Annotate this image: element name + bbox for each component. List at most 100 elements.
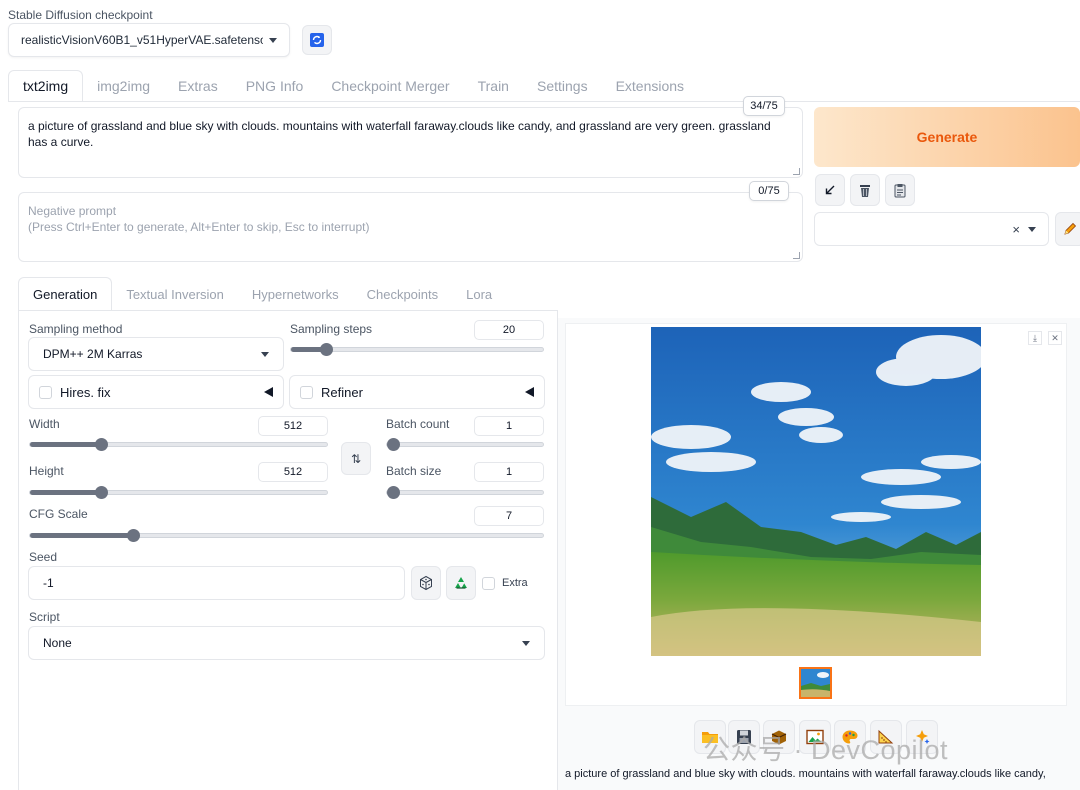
tab-png-info[interactable]: PNG Info [232, 70, 318, 102]
slider-thumb[interactable] [387, 486, 400, 499]
tab-divider [8, 101, 1080, 102]
read-params-button[interactable] [815, 174, 845, 206]
output-thumbnail[interactable] [799, 667, 832, 699]
cfg-scale-slider[interactable] [29, 529, 544, 542]
edit-styles-button[interactable] [1055, 212, 1080, 246]
tab-txt2img[interactable]: txt2img [8, 70, 84, 102]
clipboard-icon [894, 183, 906, 197]
seed-input[interactable]: -1 [28, 566, 405, 600]
checkpoint-value: realisticVisionV60B1_v51HyperVAE.safeten… [21, 33, 263, 47]
slider-fill [30, 533, 133, 538]
batch-count-input[interactable]: 1 [474, 416, 544, 436]
negative-prompt-input[interactable]: Negative prompt (Press Ctrl+Enter to gen… [18, 192, 803, 262]
tab-hypernetworks[interactable]: Hypernetworks [238, 277, 353, 311]
main-tabs: txt2img img2img Extras PNG Info Checkpoi… [8, 70, 698, 102]
styles-select[interactable]: × [814, 212, 1049, 246]
batch-size-slider[interactable] [386, 486, 544, 499]
prompt-token-counter: 34/75 [743, 96, 785, 116]
dice-icon [420, 575, 432, 591]
output-caption: a picture of grassland and blue sky with… [565, 768, 1046, 780]
batch-count-slider[interactable] [386, 438, 544, 451]
extra-seed-label: Extra [502, 577, 528, 589]
chevron-down-icon [522, 640, 530, 646]
batch-size-label: Batch size [386, 464, 442, 478]
seed-value: -1 [43, 576, 54, 590]
arrow-icon [825, 185, 835, 195]
tab-img2img[interactable]: img2img [83, 70, 164, 102]
sampling-steps-slider[interactable] [290, 343, 544, 356]
slider-thumb[interactable] [126, 529, 140, 542]
width-input[interactable]: 512 [258, 416, 328, 436]
recycle-icon [455, 577, 467, 589]
tab-train[interactable]: Train [464, 70, 523, 102]
generate-button[interactable]: Generate [814, 107, 1080, 167]
collapse-arrow-icon[interactable] [525, 387, 534, 397]
tab-checkpoints[interactable]: Checkpoints [353, 277, 453, 311]
batch-size-input[interactable]: 1 [474, 462, 544, 482]
script-select[interactable]: None [28, 626, 545, 660]
reuse-seed-button[interactable] [446, 566, 476, 600]
generation-tabs: Generation Textual Inversion Hypernetwor… [18, 277, 506, 311]
tab-checkpoint-merger[interactable]: Checkpoint Merger [317, 70, 463, 102]
refresh-icon [310, 33, 324, 47]
chevron-down-icon [1028, 226, 1036, 232]
refiner-label: Refiner [321, 384, 363, 400]
swap-icon: ⇅ [350, 451, 362, 466]
checkpoint-select[interactable]: realisticVisionV60B1_v51HyperVAE.safeten… [8, 23, 290, 57]
negative-prompt-placeholder: Negative prompt [28, 204, 117, 218]
extra-seed-checkbox[interactable] [482, 577, 495, 590]
sampling-steps-input[interactable]: 20 [474, 320, 544, 340]
prompt-text: a picture of grassland and blue sky with… [28, 119, 771, 149]
seed-label: Seed [29, 550, 58, 564]
resize-handle[interactable] [793, 168, 800, 175]
hires-fix-checkbox[interactable] [39, 385, 52, 399]
refiner-accordion[interactable]: Refiner [289, 375, 545, 409]
tab-extras[interactable]: Extras [164, 70, 232, 102]
tab-extensions[interactable]: Extensions [602, 70, 698, 102]
chevron-down-icon [261, 351, 269, 357]
height-input[interactable]: 512 [258, 462, 328, 482]
collapse-arrow-icon[interactable] [264, 387, 273, 397]
close-icon[interactable]: ✕ [1048, 331, 1062, 345]
tab-generation[interactable]: Generation [18, 277, 113, 311]
cfg-scale-label: CFG Scale [29, 507, 88, 521]
script-label: Script [29, 610, 60, 624]
download-icon[interactable]: ⤓ [1028, 331, 1042, 345]
hires-fix-label: Hires. fix [60, 384, 111, 400]
width-label: Width [29, 417, 60, 431]
generated-image[interactable] [651, 327, 981, 656]
batch-count-label: Batch count [386, 417, 450, 431]
clear-styles-icon[interactable]: × [1012, 222, 1020, 237]
width-slider[interactable] [29, 438, 328, 451]
slider-fill [30, 490, 102, 495]
tab-lora[interactable]: Lora [452, 277, 506, 311]
tab-settings[interactable]: Settings [523, 70, 602, 102]
slider-thumb[interactable] [387, 438, 400, 451]
refiner-checkbox[interactable] [300, 385, 313, 399]
refresh-checkpoint-button[interactable] [302, 25, 332, 55]
tab-textual-inversion[interactable]: Textual Inversion [112, 277, 238, 311]
script-value: None [43, 636, 72, 650]
paste-style-button[interactable] [885, 174, 915, 206]
negative-prompt-hint: (Press Ctrl+Enter to generate, Alt+Enter… [28, 220, 370, 234]
cfg-scale-input[interactable]: 7 [474, 506, 544, 526]
sampling-method-label: Sampling method [29, 322, 123, 336]
trash-icon [860, 184, 870, 197]
sampling-method-value: DPM++ 2M Karras [43, 347, 143, 361]
random-seed-button[interactable] [411, 566, 441, 600]
swap-dimensions-button[interactable]: ⇅ [341, 442, 371, 475]
checkpoint-label: Stable Diffusion checkpoint [8, 8, 153, 22]
sampling-steps-label: Sampling steps [290, 322, 373, 336]
sampling-method-select[interactable]: DPM++ 2M Karras [28, 337, 284, 371]
height-label: Height [29, 464, 64, 478]
chevron-down-icon [269, 37, 277, 43]
slider-fill [30, 442, 102, 447]
pencil-icon [1064, 222, 1077, 235]
hires-fix-accordion[interactable]: Hires. fix [28, 375, 284, 409]
height-slider[interactable] [29, 486, 328, 499]
negative-token-counter: 0/75 [749, 181, 789, 201]
watermark: 公众号 · DevCopilot [703, 735, 949, 765]
prompt-input[interactable]: a picture of grassland and blue sky with… [18, 107, 803, 178]
resize-handle[interactable] [793, 252, 800, 259]
clear-prompt-button[interactable] [850, 174, 880, 206]
